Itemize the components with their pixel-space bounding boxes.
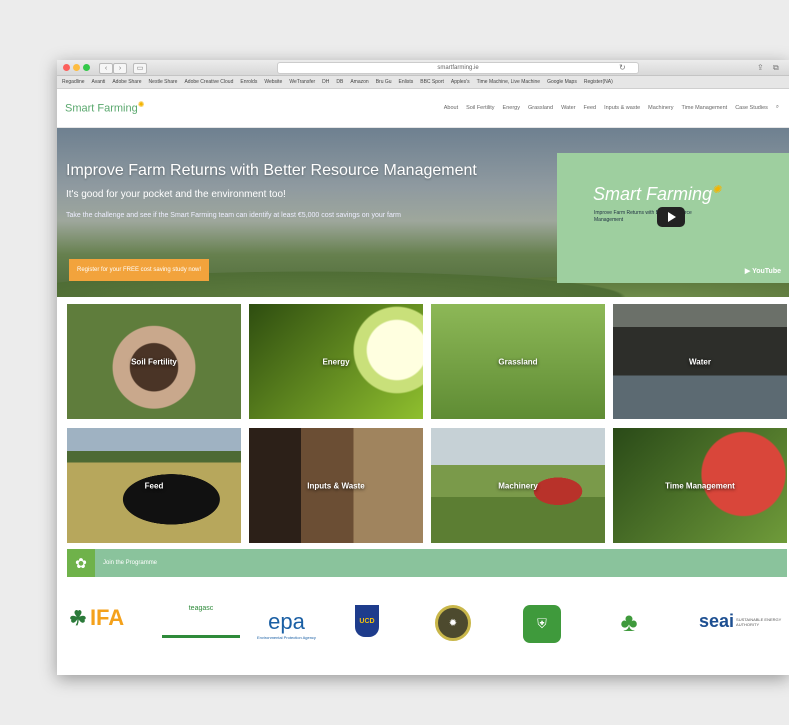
bookmark-item[interactable]: Enrolds (240, 79, 257, 85)
tile-energy[interactable]: Energy (249, 304, 423, 419)
sidebar-icon[interactable]: ▭ (133, 63, 147, 74)
bookmark-item[interactable]: Avanti (92, 79, 106, 85)
nav-feed[interactable]: Feed (584, 105, 597, 111)
tile-label: Feed (144, 481, 164, 490)
join-programme-label: Join the Programme (103, 560, 158, 566)
main-nav: About Soil Fertility Energy Grassland Wa… (444, 104, 779, 111)
bookmark-item[interactable]: Apples's (451, 79, 470, 85)
youtube-label: YouTube (752, 268, 781, 275)
hero-title: Improve Farm Returns with Better Resourc… (66, 162, 477, 179)
reload-icon[interactable]: ↻ (619, 63, 626, 72)
video-title: Smart Farming✺ (593, 183, 721, 205)
nav-about[interactable]: About (444, 105, 458, 111)
bookmark-item[interactable]: BBC Sport (420, 79, 444, 85)
bookmark-item[interactable]: Adobe Share (112, 79, 141, 85)
bookmarks-bar: Regadline Avanti Adobe Share Nestle Shar… (57, 76, 789, 89)
tile-feed[interactable]: Feed (67, 428, 241, 543)
flower-icon: ✿ (67, 549, 95, 577)
ifa-logo[interactable]: ☘ IFA (69, 605, 124, 631)
epa-text: epa (268, 609, 305, 634)
bookmark-item[interactable]: Amazon (350, 79, 368, 85)
tile-time-management[interactable]: Time Management (613, 428, 787, 543)
tile-label: Time Management (665, 481, 735, 490)
tile-water[interactable]: Water (613, 304, 787, 419)
ucd-text: UCD (359, 617, 375, 625)
tile-label: Machinery (498, 481, 538, 490)
teagasc-text: teagasc (188, 605, 214, 612)
bookmark-item[interactable]: Time Machine, Live Machine (477, 79, 540, 85)
epa-logo[interactable]: epa Environmental Protection Agency (257, 609, 316, 640)
bookmark-item[interactable]: Register(NA) (584, 79, 613, 85)
register-button[interactable]: Register for your FREE cost saving study… (69, 259, 210, 281)
sun-icon: ✺ (712, 184, 722, 196)
bookmark-item[interactable]: Regadline (62, 79, 85, 85)
sun-icon: ✺ (137, 100, 145, 109)
forward-icon[interactable]: › (113, 63, 127, 74)
ifa-text: IFA (89, 605, 125, 630)
partner-logos: ☘ IFA teagasc epa Environmental Protection… (67, 595, 787, 665)
seai-text: seai (699, 611, 735, 631)
teagasc-logo[interactable]: teagasc (162, 605, 240, 638)
bookmark-item[interactable]: Adobe Creative Cloud (184, 79, 233, 85)
bookmark-item[interactable]: WeTransfer (289, 79, 315, 85)
bookmark-item[interactable]: Nestle Share (149, 79, 178, 85)
tile-label: Inputs & Waste (307, 481, 365, 490)
title-bar: ‹ › ▭ smartfarming.ie ↻ ⇪ ⧉ (57, 60, 789, 76)
bookmark-item[interactable]: Website (264, 79, 282, 85)
share-icon[interactable]: ⇪ (757, 63, 764, 72)
nav-energy[interactable]: Energy (503, 105, 520, 111)
green-badge-logo[interactable]: ⛨ (523, 605, 561, 643)
back-icon[interactable]: ‹ (99, 63, 113, 74)
bookmark-item[interactable]: Bru Gu (376, 79, 392, 85)
bookmark-item[interactable]: Google Maps (547, 79, 577, 85)
tile-label: Energy (322, 357, 350, 366)
browser-window: ‹ › ▭ smartfarming.ie ↻ ⇪ ⧉ Regadline Av… (57, 60, 789, 675)
nav-inputs-waste[interactable]: Inputs & waste (604, 105, 640, 111)
seai-logo[interactable]: seai SUSTAINABLE ENERGY AUTHORITY (699, 611, 787, 632)
tile-label: Soil Fertility (131, 357, 177, 366)
epa-caption: Environmental Protection Agency (257, 635, 316, 640)
join-programme-bar[interactable]: ✿ Join the Programme (67, 549, 787, 577)
hero-description: Take the challenge and see if the Smart … (66, 212, 402, 219)
nav-water[interactable]: Water (561, 105, 575, 111)
seai-caption: SUSTAINABLE ENERGY AUTHORITY (736, 616, 782, 627)
video-subtitle: Improve Farm Returns with Better Resourc… (594, 210, 692, 223)
tabs-icon[interactable]: ⧉ (773, 63, 779, 72)
zoom-window-button[interactable] (83, 64, 90, 71)
youtube-logo[interactable]: ▶ YouTube (745, 267, 781, 275)
forestry-logo[interactable]: ♣ (617, 605, 641, 639)
search-icon[interactable]: ⌕ (776, 104, 779, 111)
bookmark-item[interactable]: DB (336, 79, 343, 85)
video-player[interactable]: Smart Farming✺ Improve Farm Returns with… (557, 153, 789, 283)
tile-label: Grassland (498, 357, 538, 366)
tile-soil-fertility[interactable]: Soil Fertility (67, 304, 241, 419)
bookmark-item[interactable]: DH (322, 79, 329, 85)
site-logo[interactable]: Smart Farming✺ (65, 100, 144, 115)
nav-machinery[interactable]: Machinery (648, 105, 673, 111)
hero-subtitle: It's good for your pocket and the enviro… (66, 189, 286, 200)
site-header: Smart Farming✺ About Soil Fertility Ener… (57, 89, 789, 128)
hero-banner: Improve Farm Returns with Better Resourc… (57, 128, 789, 297)
tile-machinery[interactable]: Machinery (431, 428, 605, 543)
close-window-button[interactable] (63, 64, 70, 71)
nav-time-management[interactable]: Time Management (682, 105, 728, 111)
play-icon[interactable] (657, 207, 685, 227)
tile-inputs-waste[interactable]: Inputs & Waste (249, 428, 423, 543)
address-bar[interactable]: smartfarming.ie (277, 62, 639, 74)
ucd-logo[interactable]: UCD (355, 605, 379, 637)
nav-grassland[interactable]: Grassland (528, 105, 553, 111)
bookmark-item[interactable]: Enlists (399, 79, 414, 85)
nav-case-studies[interactable]: Case Studies (735, 105, 768, 111)
minimize-window-button[interactable] (73, 64, 80, 71)
video-title-text: Smart Farming (593, 184, 713, 204)
site-logo-text: Smart Farming (65, 102, 138, 115)
tile-label: Water (689, 357, 711, 366)
nav-soil-fertility[interactable]: Soil Fertility (466, 105, 494, 111)
department-seal-logo[interactable]: ✹ (435, 605, 471, 641)
shamrock-icon: ☘ (69, 607, 87, 630)
tile-grassland[interactable]: Grassland (431, 304, 605, 419)
